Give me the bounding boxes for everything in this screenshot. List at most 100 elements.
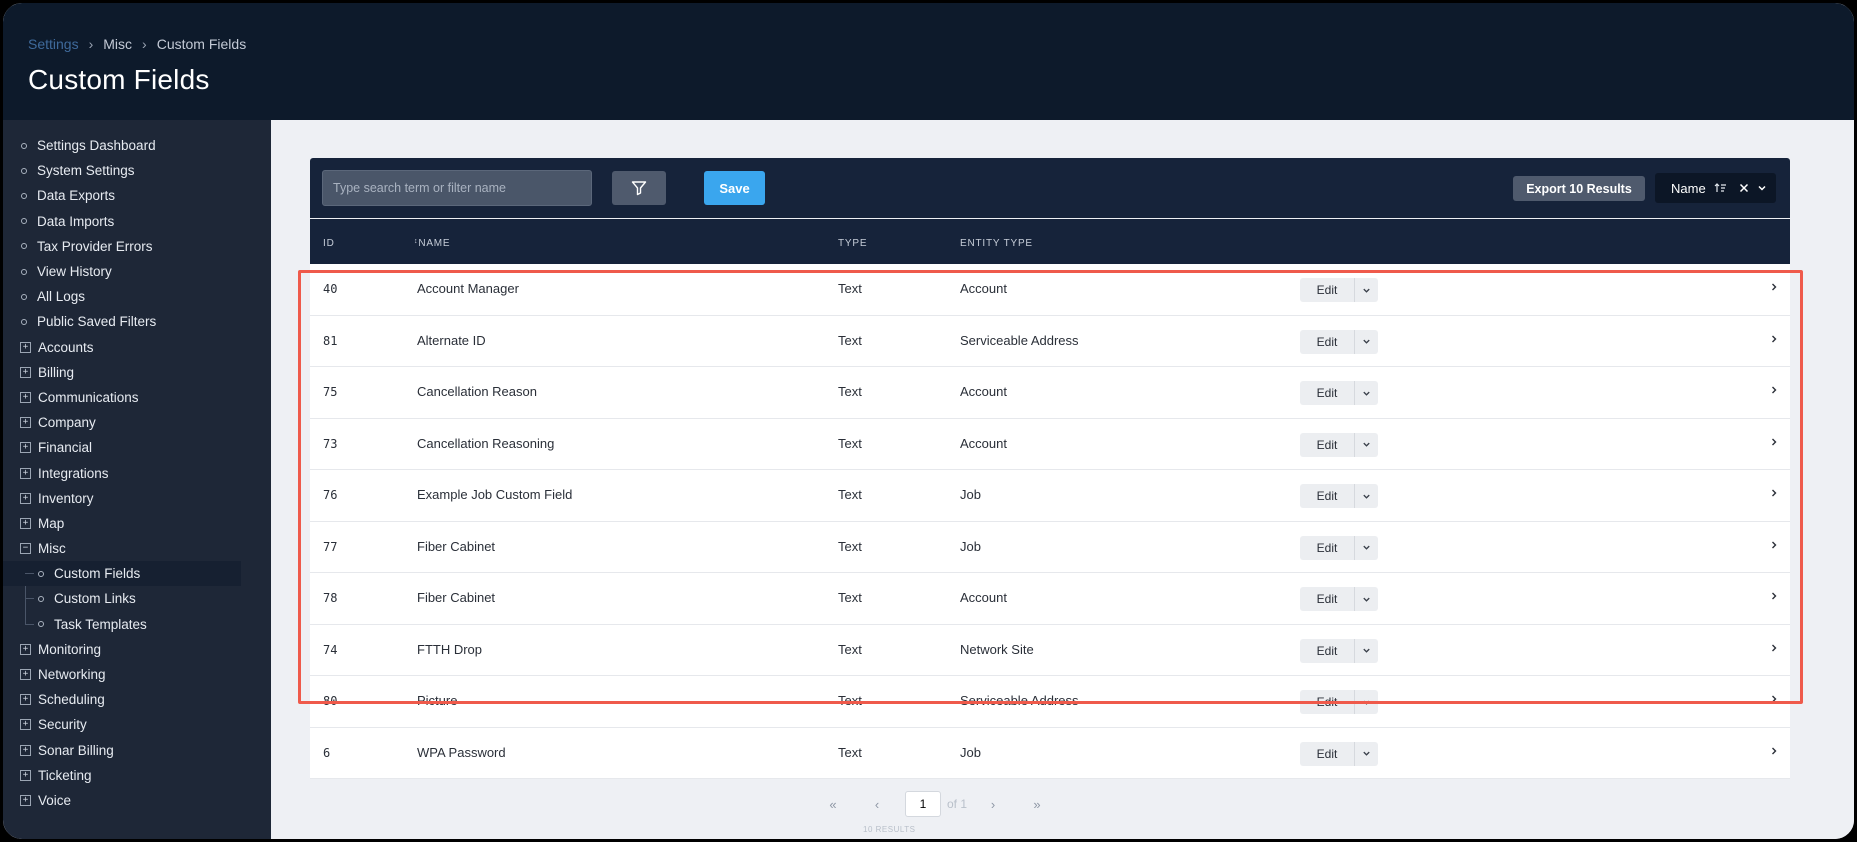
chevron-down-icon[interactable] — [1757, 183, 1767, 193]
table-row[interactable]: 78 Fiber Cabinet Text Account Edit — [310, 573, 1790, 625]
prev-page-button[interactable]: ‹ — [855, 797, 899, 812]
column-header-type[interactable]: TYPE — [838, 238, 867, 249]
page-number-input[interactable] — [905, 791, 941, 817]
table-row[interactable]: 6 WPA Password Text Job Edit — [310, 728, 1790, 779]
sidebar-item-custom-links[interactable]: Custom Links — [3, 586, 271, 611]
edit-button[interactable]: Edit — [1300, 329, 1354, 354]
chevron-right-icon[interactable] — [1770, 643, 1778, 653]
table-row[interactable]: 73 Cancellation Reasoning Text Account Edit — [310, 419, 1790, 470]
chevron-right-icon[interactable] — [1770, 488, 1778, 498]
last-page-button[interactable]: » — [1015, 797, 1059, 812]
chevron-down-icon — [1363, 339, 1370, 344]
row-actions-dropdown[interactable] — [1354, 741, 1378, 766]
sort-selector[interactable]: Name — [1655, 173, 1776, 203]
sidebar-item-voice[interactable]: + Voice — [3, 788, 271, 813]
row-actions-dropdown[interactable] — [1354, 587, 1378, 611]
save-button[interactable]: Save — [704, 171, 765, 205]
filter-button[interactable] — [612, 171, 666, 205]
sidebar-item-all-logs[interactable]: All Logs — [3, 284, 271, 309]
sidebar-item-map[interactable]: + Map — [3, 511, 271, 536]
chevron-right-icon[interactable] — [1770, 746, 1778, 756]
row-actions-dropdown[interactable] — [1354, 278, 1378, 302]
sidebar-item-tax-provider-errors[interactable]: Tax Provider Errors — [3, 234, 271, 259]
sidebar-item-label: Data Imports — [37, 213, 115, 229]
edit-button[interactable]: Edit — [1300, 381, 1354, 405]
row-actions-dropdown[interactable] — [1354, 638, 1378, 663]
chevron-down-icon — [1363, 391, 1370, 396]
sort-ascending-icon[interactable] — [1714, 182, 1727, 194]
chevron-right-icon[interactable] — [1770, 591, 1778, 601]
sidebar-item-inventory[interactable]: + Inventory — [3, 486, 271, 511]
sidebar-item-networking[interactable]: + Networking — [3, 662, 271, 687]
sidebar-item-misc[interactable]: − Misc — [3, 536, 271, 561]
cell-entity-type: Job — [960, 487, 981, 502]
expand-icon: + — [20, 517, 31, 529]
row-actions-dropdown[interactable] — [1354, 432, 1378, 457]
sidebar-item-monitoring[interactable]: + Monitoring — [3, 637, 271, 662]
edit-button[interactable]: Edit — [1300, 741, 1354, 766]
sidebar-item-public-saved-filters[interactable]: Public Saved Filters — [3, 309, 271, 334]
export-results-button[interactable]: Export 10 Results — [1513, 176, 1645, 201]
sidebar-item-custom-fields[interactable]: Custom Fields — [3, 561, 241, 587]
breadcrumb-settings[interactable]: Settings — [28, 36, 79, 52]
chevron-right-icon[interactable] — [1770, 385, 1778, 395]
sidebar-item-company[interactable]: + Company — [3, 410, 271, 435]
sidebar-item-label: Custom Fields — [54, 566, 141, 582]
sidebar-item-ticketing[interactable]: + Ticketing — [3, 763, 271, 788]
edit-button[interactable]: Edit — [1300, 638, 1354, 663]
row-actions-dropdown[interactable] — [1354, 690, 1378, 714]
column-header-entity-type[interactable]: ENTITY TYPE — [960, 238, 1033, 249]
sidebar-item-integrations[interactable]: + Integrations — [3, 460, 271, 485]
expand-icon: + — [20, 744, 31, 756]
edit-button[interactable]: Edit — [1300, 432, 1354, 457]
sidebar-item-security[interactable]: + Security — [3, 712, 271, 737]
table-row[interactable]: 75 Cancellation Reason Text Account Edit — [310, 367, 1790, 419]
close-icon[interactable] — [1739, 183, 1749, 193]
chevron-right-icon[interactable] — [1770, 334, 1778, 344]
bullet-icon — [21, 318, 27, 325]
table-row[interactable]: 81 Alternate ID Text Serviceable Address Edi… — [310, 316, 1790, 367]
page-title: Custom Fields — [28, 64, 210, 95]
sidebar-item-communications[interactable]: + Communications — [3, 385, 271, 410]
sidebar-item-view-history[interactable]: View History — [3, 259, 271, 284]
sidebar-item-task-templates[interactable]: Task Templates — [3, 612, 271, 637]
table-row[interactable]: 76 Example Job Custom Field Text Job Edit — [310, 470, 1790, 522]
column-header-name[interactable]: ↕NAME — [414, 238, 450, 249]
sidebar-item-scheduling[interactable]: + Scheduling — [3, 687, 271, 712]
sidebar-item-system-settings[interactable]: System Settings — [3, 158, 271, 183]
expand-icon: + — [20, 694, 31, 706]
search-input[interactable] — [322, 170, 592, 206]
edit-button[interactable]: Edit — [1300, 587, 1354, 611]
table-row[interactable]: 80 Picture Text Serviceable Address Edit — [310, 676, 1790, 728]
sidebar-item-billing[interactable]: + Billing — [3, 360, 271, 385]
chevron-right-icon[interactable] — [1770, 694, 1778, 704]
sidebar-item-data-imports[interactable]: Data Imports — [3, 209, 271, 234]
edit-button[interactable]: Edit — [1300, 278, 1354, 302]
sidebar-item-settings-dashboard[interactable]: Settings Dashboard — [3, 133, 271, 158]
bullet-icon — [21, 167, 27, 174]
table-row[interactable]: 74 FTTH Drop Text Network Site Edit — [310, 625, 1790, 676]
chevron-right-icon[interactable] — [1770, 540, 1778, 550]
breadcrumb-misc[interactable]: Misc — [103, 36, 132, 52]
sidebar-item-label: Scheduling — [38, 692, 105, 708]
sidebar-item-data-exports[interactable]: Data Exports — [3, 183, 271, 208]
edit-button[interactable]: Edit — [1300, 484, 1354, 508]
sidebar-item-sonar-billing[interactable]: + Sonar Billing — [3, 738, 271, 763]
chevron-right-icon[interactable] — [1770, 282, 1778, 292]
cell-id: 75 — [323, 385, 338, 399]
edit-button[interactable]: Edit — [1300, 535, 1354, 560]
edit-button[interactable]: Edit — [1300, 690, 1354, 714]
sidebar-item-financial[interactable]: + Financial — [3, 435, 271, 460]
sidebar-item-accounts[interactable]: + Accounts — [3, 335, 271, 360]
row-actions-dropdown[interactable] — [1354, 484, 1378, 508]
row-actions-dropdown[interactable] — [1354, 329, 1378, 354]
column-header-id[interactable]: ID — [323, 238, 335, 249]
table-row[interactable]: 77 Fiber Cabinet Text Job Edit — [310, 522, 1790, 573]
row-actions-dropdown[interactable] — [1354, 381, 1378, 405]
chevron-right-icon[interactable] — [1770, 437, 1778, 447]
next-page-button[interactable]: › — [971, 797, 1015, 812]
first-page-button[interactable]: « — [811, 797, 855, 812]
row-actions-dropdown[interactable] — [1354, 535, 1378, 560]
table-row[interactable]: 40 Account Manager Text Account Edit — [310, 264, 1790, 316]
bullet-icon — [21, 243, 27, 250]
